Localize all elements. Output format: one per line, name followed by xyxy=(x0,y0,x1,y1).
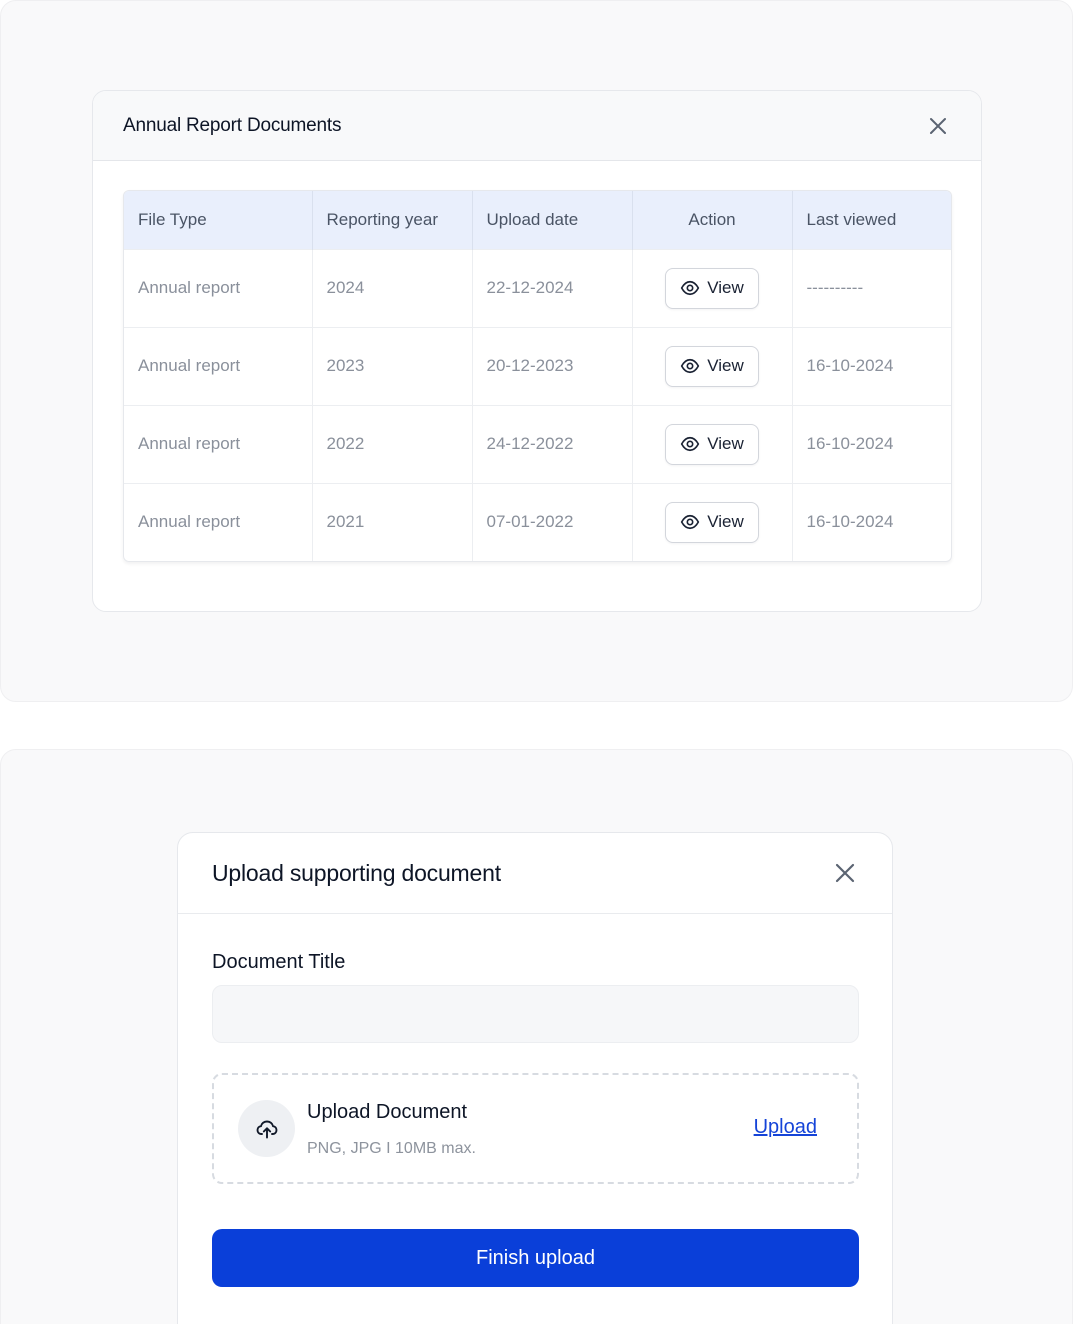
upload-dropzone[interactable]: Upload Document PNG, JPG I 10MB max. Upl… xyxy=(212,1073,859,1184)
close-button[interactable] xyxy=(925,113,951,139)
table-row: Annual report 2022 24-12-2022 View 16-10… xyxy=(124,405,951,483)
upload-link[interactable]: Upload xyxy=(754,1116,817,1139)
column-header-action: Action xyxy=(632,191,793,249)
cell-last-viewed: 16-10-2024 xyxy=(806,356,894,375)
cloud-upload-icon xyxy=(256,1120,277,1138)
modal-header: Upload supporting document xyxy=(178,833,892,914)
cell-action: View xyxy=(632,327,793,405)
table-row: Annual report 2023 20-12-2023 View 16-10… xyxy=(124,327,951,405)
cell-last-viewed: ---------- xyxy=(806,278,864,297)
cell-last-viewed: 16-10-2024 xyxy=(806,512,894,532)
column-header-file-type: File Type xyxy=(124,191,313,249)
cell-last-viewed: 16-10-2024 xyxy=(806,434,894,453)
eye-icon xyxy=(681,515,700,530)
table-header-row: File Type Reporting year Upload date Act… xyxy=(124,191,951,249)
cell-upload-date: 22-12-2024 xyxy=(472,249,633,327)
close-icon xyxy=(835,863,855,883)
document-title-label: Document Title xyxy=(212,951,346,973)
top-panel: Annual Report Documents File Type Report… xyxy=(0,0,1073,702)
eye-icon xyxy=(681,436,700,452)
view-button[interactable]: View xyxy=(665,345,759,387)
eye-icon xyxy=(681,358,700,374)
document-title-input[interactable] xyxy=(212,985,859,1043)
upload-icon-container xyxy=(238,1100,295,1157)
cell-file-type: Annual report xyxy=(124,327,313,405)
column-header-upload-date: Upload date xyxy=(472,191,633,249)
documents-table: File Type Reporting year Upload date Act… xyxy=(123,190,952,562)
cell-action: View xyxy=(632,405,793,483)
close-icon xyxy=(930,117,946,134)
close-button[interactable] xyxy=(832,860,858,886)
cell-upload-date: 07-01-2022 xyxy=(472,483,633,561)
view-button-label: View xyxy=(707,356,744,375)
dropzone-title: Upload Document xyxy=(307,1101,468,1123)
cell-file-type: Annual report xyxy=(124,405,313,483)
cell-upload-date: 20-12-2023 xyxy=(472,327,633,405)
view-button[interactable]: View xyxy=(665,501,759,543)
cell-file-type: Annual report xyxy=(124,249,313,327)
modal-title: Upload supporting document xyxy=(212,859,501,886)
cell-action: View xyxy=(632,483,793,561)
dropzone-hint: PNG, JPG I 10MB max. xyxy=(307,1140,476,1157)
cell-file-type: Annual report xyxy=(124,483,313,561)
modal-header: Annual Report Documents xyxy=(93,91,981,161)
view-button-label: View xyxy=(707,278,744,297)
view-button-label: View xyxy=(707,434,744,453)
cell-year: 2022 xyxy=(312,405,473,483)
modal-title: Annual Report Documents xyxy=(123,114,342,136)
column-header-last-viewed: Last viewed xyxy=(806,209,897,229)
annual-report-modal: Annual Report Documents File Type Report… xyxy=(92,90,982,612)
view-button[interactable]: View xyxy=(665,423,759,465)
table-row: Annual report 2024 22-12-2024 View -----… xyxy=(124,249,951,327)
cell-year: 2023 xyxy=(312,327,473,405)
cell-action: View xyxy=(632,249,793,327)
cell-year: 2021 xyxy=(312,483,473,561)
cell-upload-date: 24-12-2022 xyxy=(472,405,633,483)
upload-document-modal: Upload supporting document Document Titl… xyxy=(177,832,893,1324)
column-header-reporting-year: Reporting year xyxy=(312,191,473,249)
table-row: Annual report 2021 07-01-2022 View 16-10… xyxy=(124,483,951,561)
eye-icon xyxy=(681,280,700,296)
view-button[interactable]: View xyxy=(665,267,759,309)
cell-year: 2024 xyxy=(312,249,473,327)
view-button-label: View xyxy=(707,512,744,532)
finish-upload-button[interactable]: Finish upload xyxy=(212,1229,859,1287)
